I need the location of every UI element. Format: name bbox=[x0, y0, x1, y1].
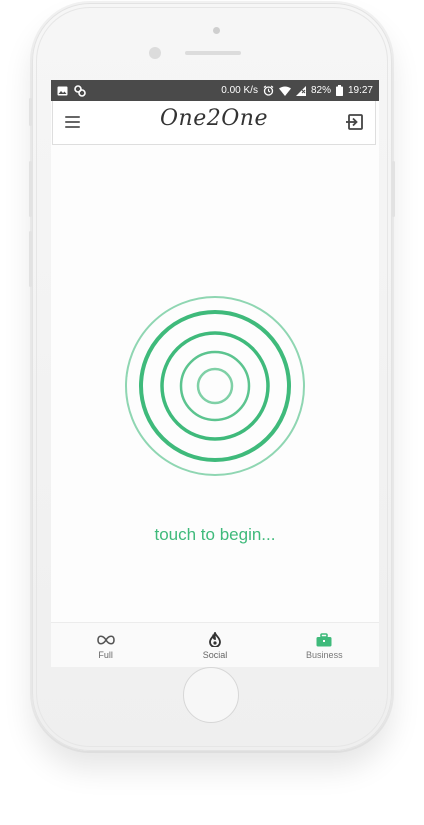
home-button[interactable] bbox=[183, 667, 239, 723]
app-bar: One2One bbox=[52, 101, 376, 145]
battery-icon bbox=[335, 85, 343, 96]
alarm-icon bbox=[263, 85, 274, 96]
touch-target-rings[interactable] bbox=[123, 294, 307, 478]
touch-prompt: touch to begin... bbox=[154, 525, 276, 544]
volume-up-button bbox=[29, 161, 32, 217]
briefcase-icon bbox=[316, 632, 332, 648]
infinity-icon bbox=[96, 632, 116, 648]
device-mockup: 0.00 K/s 82% 19:27 One2One touch to begi… bbox=[0, 0, 424, 825]
app-logo: One2One bbox=[160, 106, 268, 131]
signal-icon bbox=[295, 85, 306, 96]
mute-switch bbox=[29, 98, 32, 126]
volume-down-button bbox=[29, 231, 32, 287]
sensor-dot bbox=[213, 27, 220, 34]
battery-percent: 82% bbox=[310, 85, 331, 96]
power-button bbox=[392, 161, 395, 217]
image-icon bbox=[57, 86, 68, 96]
nav-label-business: Business bbox=[306, 649, 343, 660]
sign-out-icon[interactable] bbox=[345, 112, 365, 132]
nav-label-full: Full bbox=[98, 649, 113, 660]
nav-item-business[interactable]: Business bbox=[270, 623, 379, 667]
nav-item-social[interactable]: Social bbox=[160, 623, 269, 667]
flame-icon bbox=[209, 632, 221, 648]
wifi-icon bbox=[278, 86, 291, 96]
network-speed: 0.00 K/s bbox=[221, 85, 258, 96]
front-camera bbox=[149, 47, 161, 59]
nav-label-social: Social bbox=[202, 649, 228, 660]
earpiece-speaker bbox=[185, 51, 241, 55]
status-bar: 0.00 K/s 82% 19:27 bbox=[51, 80, 379, 101]
bottom-navigation: Full Social Business bbox=[51, 622, 379, 667]
phone-screen: 0.00 K/s 82% 19:27 One2One touch to begi… bbox=[51, 80, 379, 667]
nav-item-full[interactable]: Full bbox=[51, 623, 160, 667]
clock: 19:27 bbox=[347, 85, 373, 96]
link-icon bbox=[74, 84, 86, 97]
